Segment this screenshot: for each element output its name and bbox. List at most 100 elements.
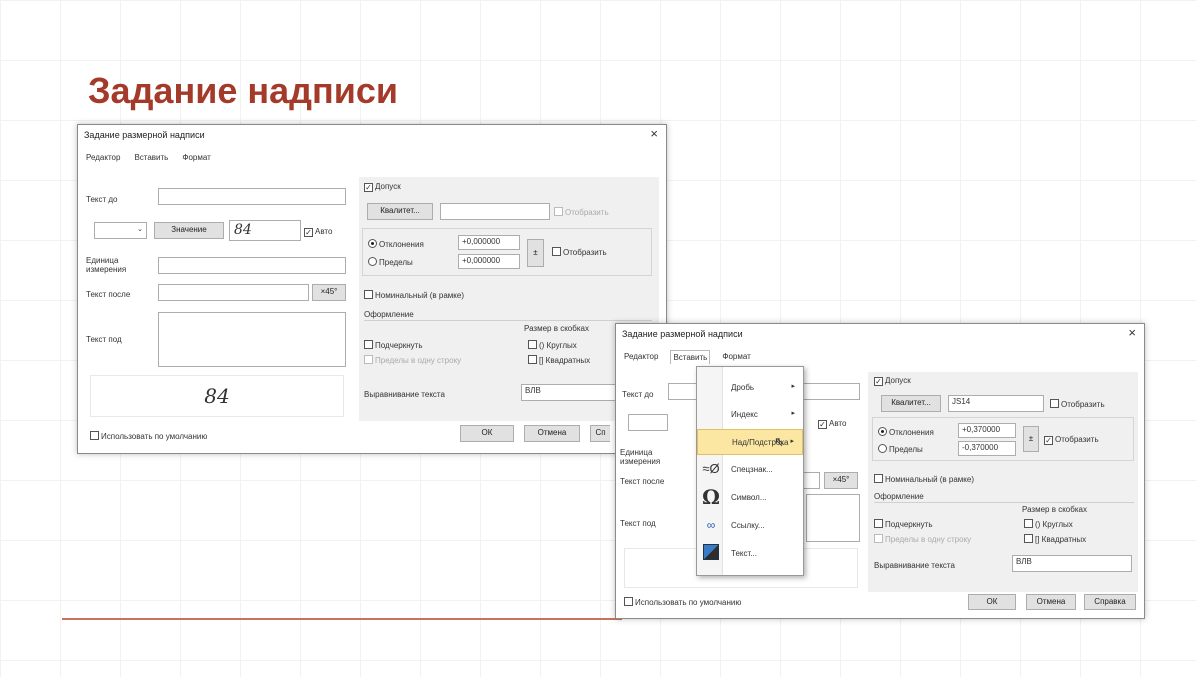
dialog-title: Задание размерной надписи bbox=[622, 329, 743, 339]
auto-checkbox[interactable]: ✓ Авто bbox=[304, 227, 332, 237]
menu-editor[interactable]: Редактор bbox=[84, 151, 122, 164]
qualitet-input[interactable]: JS14 bbox=[948, 395, 1044, 412]
menu-insert[interactable]: Вставить bbox=[670, 350, 711, 364]
menu-editor[interactable]: Редактор bbox=[622, 350, 660, 364]
show-deviation-label: Отобразить bbox=[563, 248, 607, 257]
tolerance-label: Допуск bbox=[885, 376, 911, 385]
show-deviation-checkbox[interactable]: Отобразить bbox=[552, 247, 607, 257]
text-before-input[interactable] bbox=[158, 188, 346, 205]
upper-deviation-input[interactable]: +0,000000 bbox=[458, 235, 520, 250]
menu-format[interactable]: Формат bbox=[180, 151, 212, 164]
limits-one-line-checkbox[interactable]: Пределы в одну строку bbox=[874, 534, 971, 544]
limits-one-line-checkbox[interactable]: Пределы в одну строку bbox=[364, 355, 461, 365]
round-brackets-label: () Круглых bbox=[1035, 520, 1073, 529]
text-after-input[interactable] bbox=[158, 284, 309, 301]
menu-insert[interactable]: Вставить bbox=[132, 151, 170, 164]
menu-item-label: Дробь bbox=[731, 383, 755, 392]
nominal-checkbox[interactable]: Номинальный (в рамке) bbox=[364, 290, 464, 300]
text-under-input[interactable] bbox=[806, 494, 860, 542]
menu-item-label: Символ... bbox=[731, 493, 767, 502]
tolerance-checkbox[interactable]: ✓ Допуск bbox=[874, 376, 911, 386]
help-button[interactable]: Сп bbox=[590, 425, 610, 442]
menu-item-index[interactable]: Индекс ▸ bbox=[697, 402, 803, 428]
underline-checkbox[interactable]: Подчеркнуть bbox=[364, 340, 423, 350]
show-qualitet-checkbox[interactable]: Отобразить bbox=[1050, 399, 1105, 409]
qualitet-button[interactable]: Квалитет... bbox=[367, 203, 433, 220]
upper-deviation-input[interactable]: +0,370000 bbox=[958, 423, 1016, 438]
round-brackets-label: () Круглых bbox=[539, 341, 577, 350]
text-before-label: Текст до bbox=[86, 195, 118, 204]
show-deviation-label: Отобразить bbox=[1055, 435, 1099, 444]
close-icon[interactable]: × bbox=[1128, 325, 1136, 340]
underline-checkbox[interactable]: Подчеркнуть bbox=[874, 519, 933, 529]
round-brackets-checkbox[interactable]: () Круглых bbox=[1024, 519, 1073, 529]
menu-item-text[interactable]: Текст... bbox=[697, 541, 803, 567]
text-document-icon bbox=[702, 544, 720, 562]
menu-item-fraction[interactable]: Дробь ▸ bbox=[697, 375, 803, 401]
ok-button[interactable]: ОК bbox=[460, 425, 514, 442]
menu-item-super-subscript[interactable]: Над/Подстрока ⇖ ▸ bbox=[697, 429, 803, 455]
deviations-radio[interactable]: Отклонения bbox=[878, 427, 934, 437]
x45-button[interactable]: ×45° bbox=[824, 472, 858, 489]
checkmark-icon: ✓ bbox=[364, 183, 373, 192]
slide-title: Задание надписи bbox=[88, 70, 398, 111]
menu-item-link[interactable]: ∞ Ссылку... bbox=[697, 513, 803, 539]
use-default-checkbox[interactable]: Использовать по умолчанию bbox=[624, 597, 741, 607]
value-button[interactable]: Значение bbox=[154, 222, 224, 239]
menu-format[interactable]: Формат bbox=[720, 350, 752, 364]
lower-deviation-input[interactable]: +0,000000 bbox=[458, 254, 520, 269]
mouse-cursor-icon: ⇖ bbox=[774, 434, 785, 449]
plus-minus-button[interactable]: ± bbox=[527, 239, 544, 267]
unit-input[interactable] bbox=[158, 257, 346, 274]
deviations-radio[interactable]: Отклонения bbox=[368, 239, 424, 249]
qualitet-button[interactable]: Квалитет... bbox=[881, 395, 941, 412]
show-qualitet-checkbox[interactable]: Отобразить bbox=[554, 207, 609, 217]
menu-item-symbol[interactable]: Ω Символ... bbox=[697, 485, 803, 511]
design-divider bbox=[874, 502, 1134, 503]
text-under-input[interactable] bbox=[158, 312, 346, 367]
ok-button[interactable]: ОК bbox=[968, 594, 1016, 610]
submenu-arrow-icon: ▸ bbox=[791, 410, 795, 417]
cancel-button[interactable]: Отмена bbox=[1026, 594, 1076, 610]
help-button[interactable]: Справка bbox=[1084, 594, 1136, 610]
brackets-label: Размер в скобках bbox=[524, 324, 589, 333]
checkmark-icon: ✓ bbox=[818, 420, 827, 429]
nominal-checkbox[interactable]: Номинальный (в рамке) bbox=[874, 474, 974, 484]
preview-area: 84 bbox=[90, 375, 344, 417]
round-brackets-checkbox[interactable]: () Круглых bbox=[528, 340, 577, 350]
value-field[interactable]: 84 bbox=[229, 220, 301, 241]
value-dropdown[interactable]: ⌄ bbox=[94, 222, 147, 239]
omega-icon: Ω bbox=[702, 485, 720, 509]
tolerance-checkbox[interactable]: ✓ Допуск bbox=[364, 182, 401, 192]
menu-item-label: Индекс bbox=[731, 410, 758, 419]
value-dropdown[interactable] bbox=[628, 414, 668, 431]
cancel-button[interactable]: Отмена bbox=[524, 425, 580, 442]
qualitet-input[interactable] bbox=[440, 203, 550, 220]
slide-divider bbox=[62, 618, 622, 620]
unit-label: Единица измерения bbox=[620, 448, 661, 466]
deviations-label: Отклонения bbox=[379, 240, 424, 249]
x45-button[interactable]: ×45° bbox=[312, 284, 346, 301]
show-deviation-checkbox[interactable]: ✓ Отобразить bbox=[1044, 435, 1099, 445]
limits-radio[interactable]: Пределы bbox=[368, 257, 413, 267]
menu-item-special-char[interactable]: ≈Ø Спецзнак... bbox=[697, 457, 803, 483]
close-icon[interactable]: × bbox=[650, 126, 658, 141]
use-default-checkbox[interactable]: Использовать по умолчанию bbox=[90, 431, 207, 441]
limits-radio[interactable]: Пределы bbox=[878, 444, 923, 454]
menu-item-label: Ссылку... bbox=[731, 521, 765, 530]
show-label: Отобразить bbox=[565, 208, 609, 217]
dimension-label-dialog: Задание размерной надписи × Редактор Вст… bbox=[77, 124, 667, 454]
dimension-label-dialog-insert-menu: Задание размерной надписи × Редактор Вст… bbox=[615, 323, 1145, 619]
chevron-down-icon: ⌄ bbox=[137, 226, 143, 233]
text-under-label: Текст под bbox=[86, 335, 122, 344]
square-brackets-checkbox[interactable]: [] Квадратных bbox=[1024, 534, 1086, 544]
auto-checkbox[interactable]: ✓ Авто bbox=[818, 419, 846, 429]
align-select[interactable]: ВЛВ bbox=[1012, 555, 1132, 572]
plus-minus-button[interactable]: ± bbox=[1023, 426, 1039, 452]
square-brackets-checkbox[interactable]: [] Квадратных bbox=[528, 355, 590, 365]
limits-one-line-label: Пределы в одну строку bbox=[375, 356, 462, 365]
checkmark-icon: ✓ bbox=[1044, 436, 1053, 445]
lower-deviation-input[interactable]: -0,370000 bbox=[958, 441, 1016, 456]
special-char-icon: ≈Ø bbox=[702, 461, 720, 476]
design-label: Оформление bbox=[874, 492, 924, 501]
